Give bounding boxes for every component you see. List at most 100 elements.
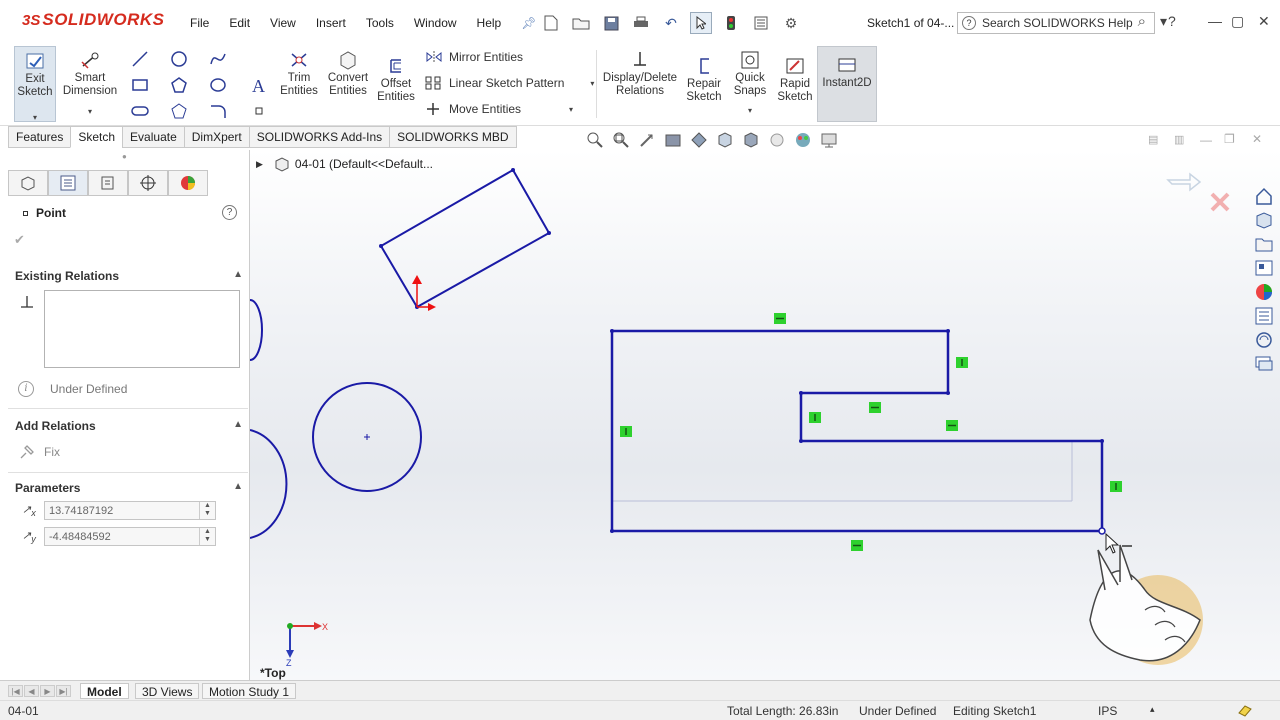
collapse-caret-icon[interactable]: ▲ xyxy=(233,481,243,492)
save-icon[interactable] xyxy=(600,12,622,34)
circle-tool-icon[interactable] xyxy=(170,50,188,68)
window-tile-right-icon[interactable]: ▥ xyxy=(1174,133,1184,146)
rapid-sketch-button[interactable]: Rapid Sketch xyxy=(774,56,816,104)
display-style-icon[interactable] xyxy=(742,131,764,149)
spline-tool-icon[interactable] xyxy=(209,50,227,68)
previous-view-icon[interactable] xyxy=(638,131,660,149)
zoom-to-fit-icon[interactable] xyxy=(586,131,608,149)
y-spinner[interactable]: ▲ ▼ xyxy=(199,528,215,545)
tab-features[interactable]: Features xyxy=(8,126,71,148)
help-search-input[interactable]: ? Search SOLIDWORKS Help ⌕ xyxy=(957,12,1155,34)
point-tool-icon[interactable] xyxy=(250,102,268,120)
confirmation-corner-cancel-icon[interactable] xyxy=(1210,192,1230,212)
collapse-caret-icon[interactable]: ▲ xyxy=(233,269,243,280)
select-icon[interactable] xyxy=(690,12,712,34)
graphics-area[interactable]: ▶ 04-01 (Default<<Default... X Z *Top xyxy=(250,150,1280,680)
menu-window[interactable]: Window xyxy=(414,16,457,30)
minimize-icon[interactable]: — xyxy=(1208,13,1222,29)
help-icon[interactable]: ? xyxy=(222,205,237,220)
move-entities-button[interactable]: Move Entities ▾ xyxy=(425,102,573,116)
profile-vertex[interactable] xyxy=(946,391,950,395)
tab-solidworks-mbd[interactable]: SOLIDWORKS MBD xyxy=(389,126,517,148)
fillet-tool-icon[interactable] xyxy=(209,102,227,120)
design-library-icon[interactable] xyxy=(1254,210,1274,230)
y-coordinate-field[interactable]: -4.48484592 ▲ ▼ xyxy=(44,527,216,546)
rectangle-vertex[interactable] xyxy=(547,231,551,235)
vertical-relation-icon[interactable] xyxy=(1110,481,1122,492)
feature-manager-tab[interactable] xyxy=(8,170,48,196)
tab-evaluate[interactable]: Evaluate xyxy=(122,126,184,148)
display-delete-relations-button[interactable]: Display/Delete Relations xyxy=(600,50,680,98)
menu-view[interactable]: View xyxy=(270,16,296,30)
view-orientation-icon[interactable] xyxy=(716,131,738,149)
partial-arc-bottom[interactable] xyxy=(250,429,288,539)
move-dropdown-icon[interactable]: ▾ xyxy=(569,105,573,114)
text-tool-icon[interactable]: A xyxy=(250,76,268,94)
slot-tool-icon[interactable] xyxy=(131,102,149,120)
collapse-caret-icon[interactable]: ▲ xyxy=(233,419,243,430)
ok-check-icon[interactable]: ✔ xyxy=(14,232,25,248)
tab-sketch[interactable]: Sketch xyxy=(70,126,123,148)
custom-properties-icon[interactable] xyxy=(1254,306,1274,326)
parameters-header[interactable]: Parameters ▲ xyxy=(15,481,243,495)
polygon-tool-icon[interactable] xyxy=(170,76,188,94)
undo-icon[interactable]: ↶ xyxy=(660,12,682,34)
menu-help[interactable]: Help xyxy=(477,16,502,30)
horizontal-relation-icon[interactable] xyxy=(869,402,881,413)
horizontal-relation-icon[interactable] xyxy=(774,313,786,324)
property-manager-tab[interactable] xyxy=(48,170,88,196)
help-menu-icon[interactable]: ? xyxy=(1168,13,1176,29)
mirror-entities-button[interactable]: Mirror Entities xyxy=(425,50,523,64)
next-tab-icon[interactable]: ▶ xyxy=(40,685,55,697)
units-dropdown-icon[interactable]: ▴ xyxy=(1150,704,1155,715)
tab-3d-views[interactable]: 3D Views xyxy=(135,683,200,699)
solidworks-forum-icon[interactable] xyxy=(1254,330,1274,350)
circle-center-mark[interactable] xyxy=(364,434,370,440)
profile-vertex[interactable] xyxy=(610,329,614,333)
dynamic-annotation-icon[interactable] xyxy=(690,131,712,149)
display-manager-tab[interactable] xyxy=(168,170,208,196)
open-icon[interactable] xyxy=(570,12,592,34)
rebuild-icon[interactable] xyxy=(720,12,742,34)
tab-model[interactable]: Model xyxy=(80,683,129,699)
configuration-manager-tab[interactable] xyxy=(88,170,128,196)
last-tab-icon[interactable]: ▶| xyxy=(56,685,71,697)
pattern-dropdown-icon[interactable]: ▾ xyxy=(590,79,594,88)
tab-solidworks-add-ins[interactable]: SOLIDWORKS Add-Ins xyxy=(248,126,390,148)
vertical-relation-icon[interactable] xyxy=(809,412,821,423)
unit-system[interactable]: IPS xyxy=(1098,704,1117,718)
edit-appearance-icon[interactable] xyxy=(794,131,816,149)
trim-entities-button[interactable]: Trim Entities xyxy=(278,50,320,98)
menu-file[interactable]: File xyxy=(190,16,209,30)
appearances-icon[interactable] xyxy=(1254,282,1274,302)
search-dropdown-icon[interactable]: ▾ xyxy=(1160,13,1167,30)
rotated-rectangle[interactable] xyxy=(379,168,551,309)
line-tool-icon[interactable] xyxy=(131,50,149,68)
rebuild-status-icon[interactable] xyxy=(1237,703,1253,720)
feedback-icon[interactable] xyxy=(1254,354,1274,374)
rectangle-vertex[interactable] xyxy=(379,244,383,248)
profile-vertex[interactable] xyxy=(1100,439,1104,443)
offset-entities-button[interactable]: Offset Entities xyxy=(374,56,418,104)
rectangle-tool-icon[interactable] xyxy=(131,76,149,94)
pin-icon[interactable]: 📌︎ xyxy=(521,16,536,30)
dimxpert-manager-tab[interactable] xyxy=(128,170,168,196)
smart-dimension-button[interactable]: Smart Dimension ▾ xyxy=(62,50,118,118)
file-properties-icon[interactable] xyxy=(750,12,772,34)
profile-vertex[interactable] xyxy=(610,529,614,533)
convert-entities-button[interactable]: Convert Entities xyxy=(326,50,370,98)
hide-show-items-icon[interactable] xyxy=(768,131,790,149)
repair-sketch-button[interactable]: Repair Sketch xyxy=(684,56,724,104)
menu-tools[interactable]: Tools xyxy=(366,16,394,30)
new-document-icon[interactable] xyxy=(540,12,562,34)
profile-vertex[interactable] xyxy=(946,329,950,333)
first-tab-icon[interactable]: |◀ xyxy=(8,685,23,697)
search-icon[interactable]: ⌕ xyxy=(1138,13,1146,30)
file-explorer-icon[interactable] xyxy=(1254,234,1274,254)
window-restore-icon[interactable]: ❐ xyxy=(1224,132,1235,146)
window-tile-left-icon[interactable]: ▤ xyxy=(1148,133,1158,146)
section-view-icon[interactable] xyxy=(664,131,686,149)
window-close-icon[interactable]: ✕ xyxy=(1252,132,1262,146)
rectangle-vertex[interactable] xyxy=(511,168,515,172)
close-icon[interactable]: ✕ xyxy=(1258,13,1270,30)
